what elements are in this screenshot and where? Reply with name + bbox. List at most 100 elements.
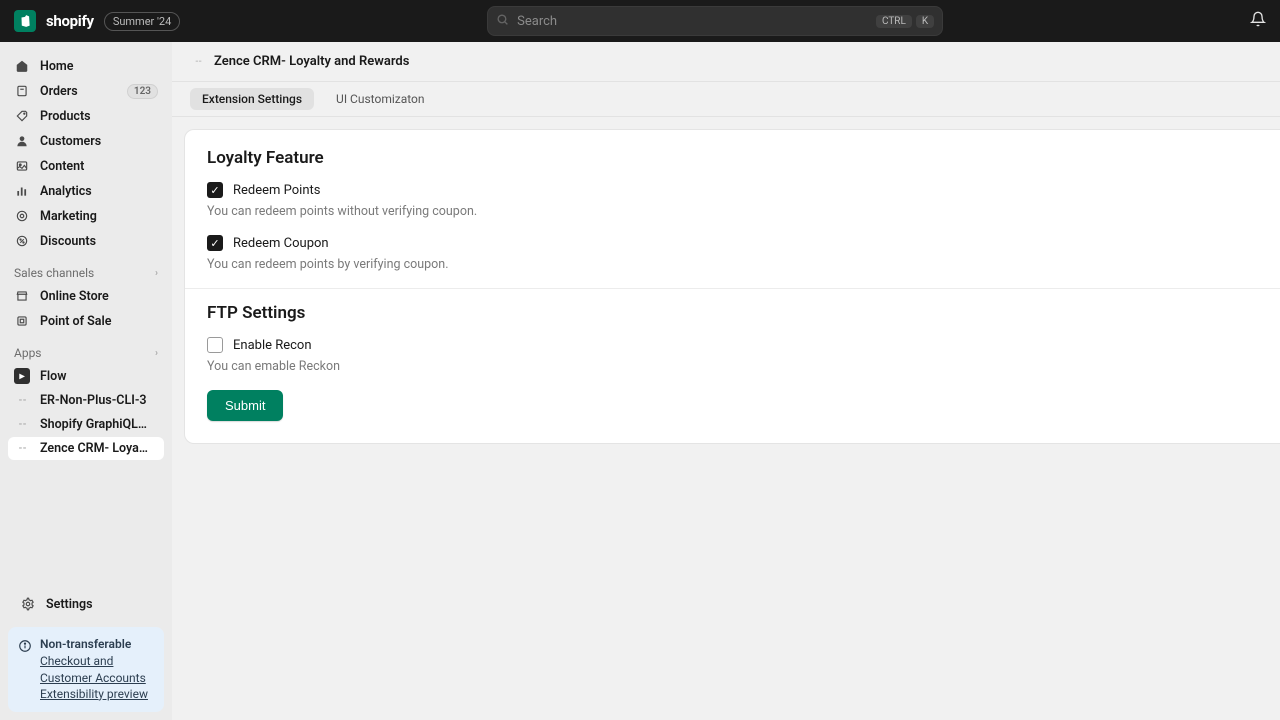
redeem-coupon-label: Redeem Coupon (233, 236, 329, 251)
sidebar: Home Orders 123 Products Customers Conte… (0, 42, 172, 720)
notice-title: Non-transferable (40, 637, 154, 651)
card-wrap: Loyalty Feature ✓ Redeem Points You can … (172, 117, 1280, 444)
nav-analytics[interactable]: Analytics (8, 179, 164, 203)
app-er[interactable]: - - ER-Non-Plus-CLI-3 (8, 389, 164, 412)
kbd-k: K (916, 15, 934, 28)
app-graphiql[interactable]: - - Shopify GraphiQL App (8, 413, 164, 436)
notice-body-wrap: Non-transferable Checkout and Customer A… (40, 637, 154, 702)
redeem-points-help: You can redeem points without verifying … (207, 204, 1258, 219)
brand-text: shopify (46, 12, 94, 30)
home-icon (14, 58, 30, 74)
customers-icon (14, 133, 30, 149)
nav-online-store-label: Online Store (40, 289, 109, 304)
redeem-coupon-help: You can redeem points by verifying coupo… (207, 257, 1258, 272)
topbar: shopify Summer '24 Search CTRL K (0, 0, 1280, 42)
app-zence[interactable]: - - Zence CRM- Loyalty and ... (8, 437, 164, 460)
marketing-icon (14, 208, 30, 224)
divider (185, 288, 1280, 289)
nav-settings-label: Settings (46, 597, 93, 612)
enable-recon-label: Enable Recon (233, 338, 312, 353)
generic-app-icon: - - (14, 419, 30, 430)
topbar-left: shopify Summer '24 (14, 10, 180, 32)
gear-icon (20, 596, 36, 612)
redeem-points-label: Redeem Points (233, 183, 320, 198)
chevron-right-icon: › (155, 268, 158, 279)
nav-pos-label: Point of Sale (40, 314, 112, 329)
chevron-right-icon: › (155, 348, 158, 359)
enable-recon-row: Enable Recon (207, 337, 1258, 353)
flow-icon: ▸ (14, 368, 30, 384)
nav-discounts[interactable]: Discounts (8, 229, 164, 253)
nav-home-label: Home (40, 59, 74, 74)
apps-label: Apps (14, 346, 42, 360)
nav-settings[interactable]: Settings (14, 592, 158, 616)
nav-content[interactable]: Content (8, 154, 164, 178)
info-icon (18, 639, 32, 656)
kbd-ctrl: CTRL (876, 15, 912, 28)
nav-customers-label: Customers (40, 134, 101, 149)
apps-header[interactable]: Apps › (0, 334, 172, 364)
app-flow-label: Flow (40, 369, 66, 384)
app-graphiql-label: Shopify GraphiQL App (40, 417, 150, 432)
sales-channels-header[interactable]: Sales channels › (0, 254, 172, 284)
redeem-points-checkbox[interactable]: ✓ (207, 182, 223, 198)
redeem-points-row: ✓ Redeem Points (207, 182, 1258, 198)
tabs: Extension Settings UI Customizaton (172, 82, 1280, 117)
tab-extension-settings[interactable]: Extension Settings (190, 88, 314, 110)
search-kbd: CTRL K (876, 15, 934, 28)
generic-app-icon: - - (14, 395, 30, 406)
nav-products[interactable]: Products (8, 104, 164, 128)
content-icon (14, 158, 30, 174)
nav-marketing-label: Marketing (40, 209, 97, 224)
sales-channels-list: Online Store Point of Sale (0, 284, 172, 334)
bell-icon[interactable] (1250, 11, 1266, 31)
topbar-right (1250, 11, 1266, 31)
analytics-icon (14, 183, 30, 199)
products-icon (14, 108, 30, 124)
redeem-coupon-row: ✓ Redeem Coupon (207, 235, 1258, 251)
loyalty-section-title: Loyalty Feature (207, 148, 1258, 168)
enable-recon-help: You can emable Reckon (207, 359, 1258, 374)
check-icon: ✓ (210, 238, 219, 249)
nav-analytics-label: Analytics (40, 184, 92, 199)
search-wrap: Search CTRL K (487, 6, 943, 36)
enable-recon-checkbox[interactable] (207, 337, 223, 353)
layout: Home Orders 123 Products Customers Conte… (0, 42, 1280, 720)
nav-orders[interactable]: Orders 123 (8, 79, 164, 103)
orders-icon (14, 83, 30, 99)
apps-list: ▸ Flow - - ER-Non-Plus-CLI-3 - - Shopify… (0, 364, 172, 461)
submit-button[interactable]: Submit (207, 390, 283, 421)
page-title: Zence CRM- Loyalty and Rewards (214, 54, 409, 69)
generic-app-icon: - - (190, 56, 206, 67)
nav-customers[interactable]: Customers (8, 129, 164, 153)
redeem-coupon-checkbox[interactable]: ✓ (207, 235, 223, 251)
nav-home[interactable]: Home (8, 54, 164, 78)
app-zence-label: Zence CRM- Loyalty and ... (40, 441, 150, 456)
nav-products-label: Products (40, 109, 91, 124)
nav-content-label: Content (40, 159, 84, 174)
check-icon: ✓ (210, 185, 219, 196)
search-icon (496, 13, 509, 30)
orders-badge: 123 (127, 84, 158, 99)
search-placeholder: Search (517, 14, 868, 29)
summer-badge[interactable]: Summer '24 (104, 12, 180, 31)
store-icon (14, 288, 30, 304)
generic-app-icon: - - (14, 443, 30, 454)
nav-online-store[interactable]: Online Store (8, 284, 164, 308)
shopify-logo-icon[interactable] (14, 10, 36, 32)
page-header: - - Zence CRM- Loyalty and Rewards (172, 42, 1280, 82)
tab-ui-customization[interactable]: UI Customizaton (324, 88, 437, 110)
app-flow[interactable]: ▸ Flow (8, 364, 164, 388)
nav-orders-label: Orders (40, 84, 78, 99)
discounts-icon (14, 233, 30, 249)
settings-row: Settings (0, 588, 172, 627)
nav-marketing[interactable]: Marketing (8, 204, 164, 228)
app-er-label: ER-Non-Plus-CLI-3 (40, 393, 147, 408)
notice-link[interactable]: Checkout and Customer Accounts Extensibi… (40, 653, 154, 702)
main: - - Zence CRM- Loyalty and Rewards Exten… (172, 42, 1280, 720)
preview-notice: Non-transferable Checkout and Customer A… (8, 627, 164, 712)
search-input[interactable]: Search CTRL K (487, 6, 943, 36)
nav-pos[interactable]: Point of Sale (8, 309, 164, 333)
ftp-section-title: FTP Settings (207, 303, 1258, 323)
pos-icon (14, 313, 30, 329)
